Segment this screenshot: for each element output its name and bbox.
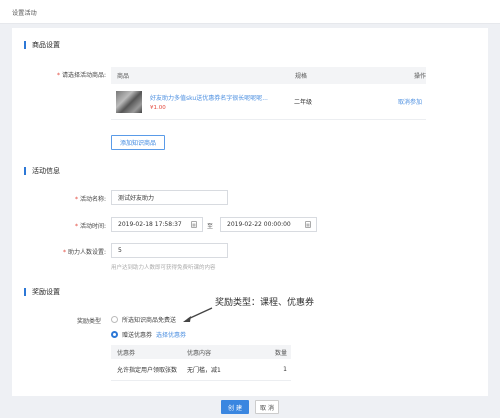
product-price: ¥1.00 [150,104,166,111]
add-knowledge-goods-button[interactable]: 添加知识商品 [111,135,165,150]
section-marker [24,167,26,175]
col-spec: 规格 [295,73,308,80]
coupon-name: 允许指定用户领取张数 [117,367,178,374]
page-header: 设置活动 [0,0,500,24]
section-goods-label: 商品设置 [32,41,60,49]
end-time-input[interactable]: 2019-02-22 00:00:00 ▦ [220,217,317,232]
annotation-arrow-icon [183,307,213,322]
coupon-content: 无门槛，减1 [187,367,221,374]
section-activity-label: 活动信息 [32,167,60,175]
col-qty: 数量 [274,349,287,357]
helper-count-input[interactable]: 5 [111,243,228,258]
select-goods-text: 请选择活动商品: [61,72,106,79]
activity-name-label: * 活动名称: [74,196,106,203]
col-content: 优惠内容 [187,349,212,357]
calendar-icon[interactable]: ▦ [305,221,311,228]
section-reward-label: 奖励设置 [32,288,60,296]
table-row: 允许指定用户领取张数 无门槛，减1 1 [111,359,291,381]
cancel-button[interactable]: 取 消 [255,400,279,414]
date-range-separator: 至 [207,223,214,230]
cancel-participate-link[interactable]: 取消参加 [389,97,422,106]
activity-time-label: * 活动时间: [74,223,106,230]
helper-count-label: * 助力人数设置: [62,249,106,256]
col-coupon: 优惠券 [117,349,136,357]
start-time-input[interactable]: 2019-02-18 17:58:37 ▦ [111,217,203,232]
reward-type-label: 奖励类型 [76,318,101,325]
goods-table: 商品 规格 操作 好友助力多值sku送优惠券名字很长呢呢呢... ¥1.00 二… [111,67,426,120]
product-name[interactable]: 好友助力多值sku送优惠券名字很长呢呢呢... [150,93,294,102]
product-thumbnail [116,90,142,113]
calendar-icon[interactable]: ▦ [191,221,197,228]
helper-count-hint: 用户达到助力人数即可获得免费听课的内容 [111,265,216,271]
coupon-table-header: 优惠券 优惠内容 数量 [111,345,291,359]
col-action: 操作 [413,73,426,80]
radio-dot-selected[interactable] [111,331,118,338]
section-reward-title: 奖励设置 [24,287,60,297]
section-goods-title: 商品设置 [24,40,60,50]
select-goods-label: * 请选择活动商品: [40,70,106,79]
table-row: 好友助力多值sku送优惠券名字很长呢呢呢... ¥1.00 二年级 取消参加 [111,84,426,120]
end-time-value: 2019-02-22 00:00:00 [227,221,291,228]
reward-type-annotation: 奖励类型：课程、优惠券 [215,298,315,308]
activity-name-input[interactable]: 测试好友助力 [111,190,228,205]
col-product: 商品 [117,73,130,80]
select-coupon-link[interactable]: 选择优惠券 [156,330,186,339]
product-spec: 二年级 [294,99,313,106]
coupon-qty: 1 [283,366,287,373]
radio-free-goods[interactable]: 所选知识商品免费送 [111,315,176,324]
section-activity-title: 活动信息 [24,166,60,176]
footer-actions: 创 建 取 消 [0,396,500,418]
start-time-value: 2019-02-18 17:58:37 [118,221,182,228]
radio-coupon[interactable]: 赠送优惠券 选择优惠券 [111,330,186,339]
radio-coupon-label: 赠送优惠券 [122,332,153,339]
create-button[interactable]: 创 建 [221,400,249,414]
section-marker [24,288,26,296]
coupon-table: 优惠券 优惠内容 数量 允许指定用户领取张数 无门槛，减1 1 [111,345,291,381]
radio-free-goods-label: 所选知识商品免费送 [122,317,177,324]
goods-table-header: 商品 规格 操作 [111,67,426,84]
section-marker [24,41,26,49]
product-info: 好友助力多值sku送优惠券名字很长呢呢呢... ¥1.00 [150,93,294,111]
radio-dot[interactable] [111,316,118,323]
required-mark: * [56,72,60,79]
page-title: 设置活动 [12,10,37,17]
